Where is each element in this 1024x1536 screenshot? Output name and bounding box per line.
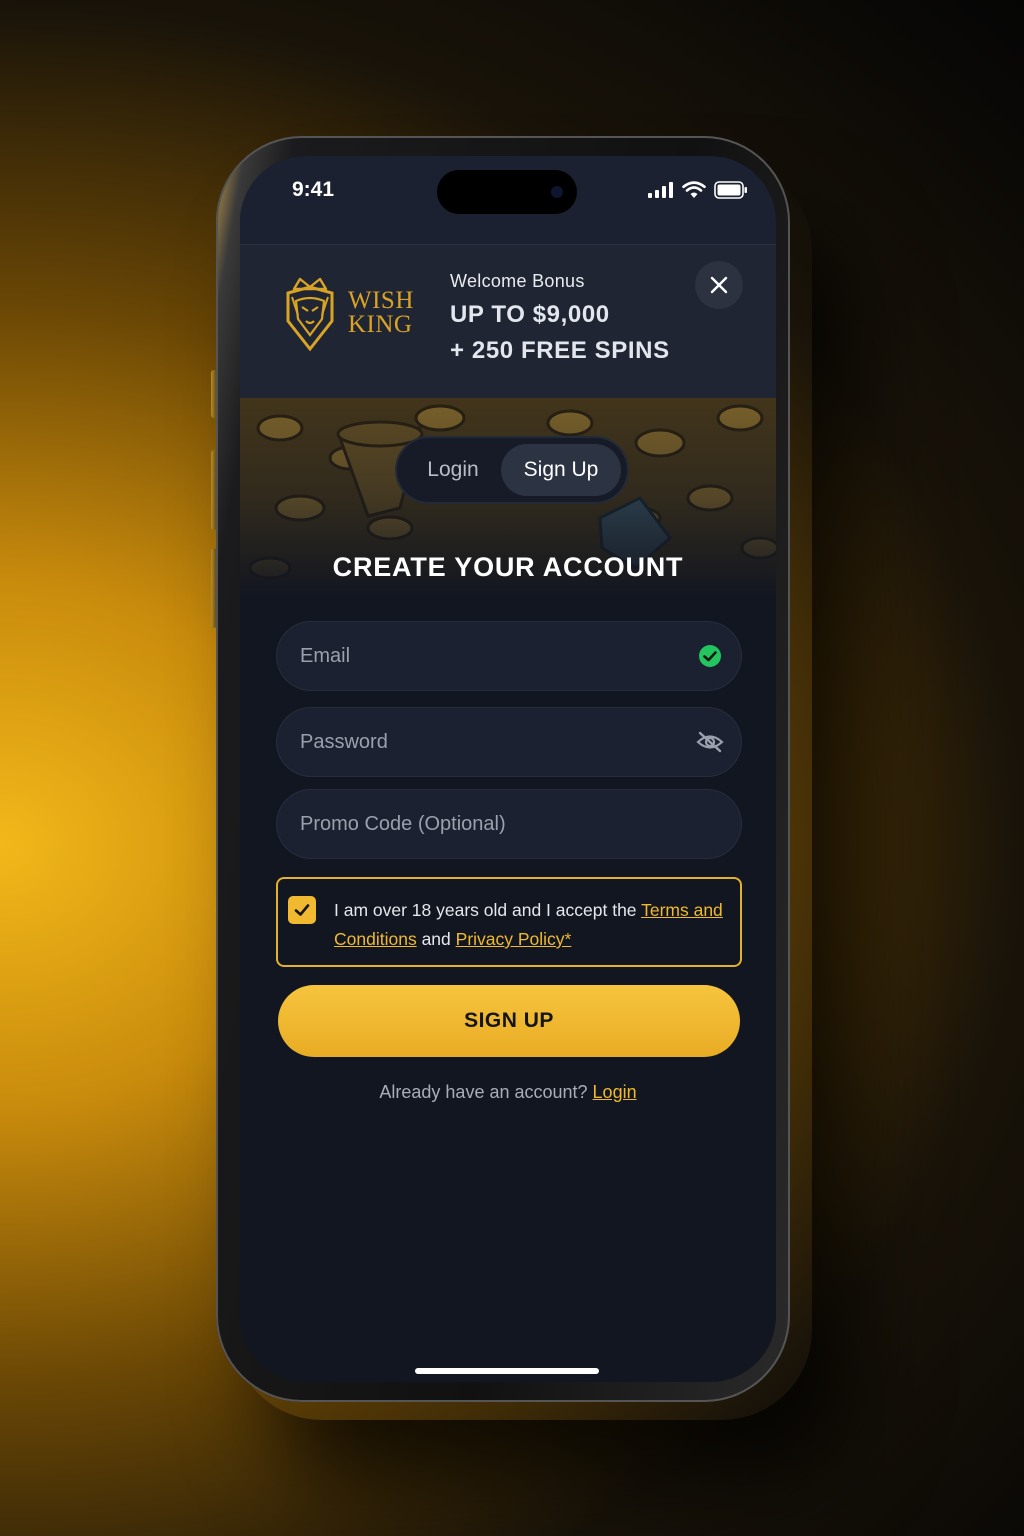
front-camera: [551, 186, 563, 198]
signal-icon: [648, 182, 673, 198]
status-time: 9:41: [292, 178, 335, 201]
login-prompt: Already have an account? Login: [240, 1082, 776, 1103]
dynamic-island: [437, 170, 577, 214]
age-terms-consent: I am over 18 years old and I accept the …: [276, 877, 742, 967]
checkmark-icon: [294, 904, 310, 916]
eye-off-icon[interactable]: [696, 730, 724, 754]
promo-code-field[interactable]: Promo Code (Optional): [276, 789, 742, 859]
consent-text-before: I am over 18 years old and I accept the: [334, 900, 642, 920]
login-prompt-text: Already have an account?: [379, 1082, 593, 1102]
wish-king-logo: WISH KING: [280, 275, 430, 355]
home-indicator[interactable]: [415, 1368, 599, 1374]
bonus-amount: UP TO $9,000: [450, 301, 610, 328]
consent-checkbox[interactable]: [288, 896, 316, 924]
close-icon: [710, 276, 728, 294]
check-circle-icon: [699, 645, 721, 667]
consent-text-middle: and: [416, 929, 456, 949]
welcome-bonus-label: Welcome Bonus: [450, 271, 585, 291]
email-field[interactable]: Email: [276, 621, 742, 691]
bonus-free-spins: + 250 FREE SPINS: [450, 337, 670, 364]
logo-word-1: WISH: [348, 287, 414, 314]
sign-up-button[interactable]: SIGN UP: [278, 985, 740, 1057]
battery-icon: [714, 181, 747, 199]
promo-code-placeholder: Promo Code (Optional): [300, 813, 506, 835]
login-link[interactable]: Login: [593, 1082, 637, 1102]
tab-login[interactable]: Login: [403, 444, 503, 496]
password-field[interactable]: Password: [276, 707, 742, 777]
auth-tabs: Login Sign Up: [397, 438, 627, 502]
logo-word-2: KING: [348, 311, 413, 338]
wifi-icon: [682, 181, 706, 198]
crown-lion-icon: [286, 277, 334, 352]
welcome-bonus-banner: WISH KING Welcome Bonus UP TO $9,000 + 2…: [240, 244, 776, 399]
logo-wordmark: WISH KING: [348, 287, 414, 338]
phone-screen: 9:41 WISH KING Welcome Bonus UP TO $9,00…: [240, 156, 776, 1382]
tab-sign-up[interactable]: Sign Up: [501, 444, 621, 496]
password-placeholder: Password: [300, 731, 388, 753]
consent-text: I am over 18 years old and I accept the …: [334, 896, 734, 954]
email-placeholder: Email: [300, 645, 351, 667]
privacy-policy-link[interactable]: Privacy Policy*: [456, 929, 572, 949]
status-bar: 9:41: [240, 156, 776, 244]
page-title: CREATE YOUR ACCOUNT: [332, 552, 684, 582]
status-icons: [648, 180, 748, 200]
close-button[interactable]: [695, 261, 743, 309]
